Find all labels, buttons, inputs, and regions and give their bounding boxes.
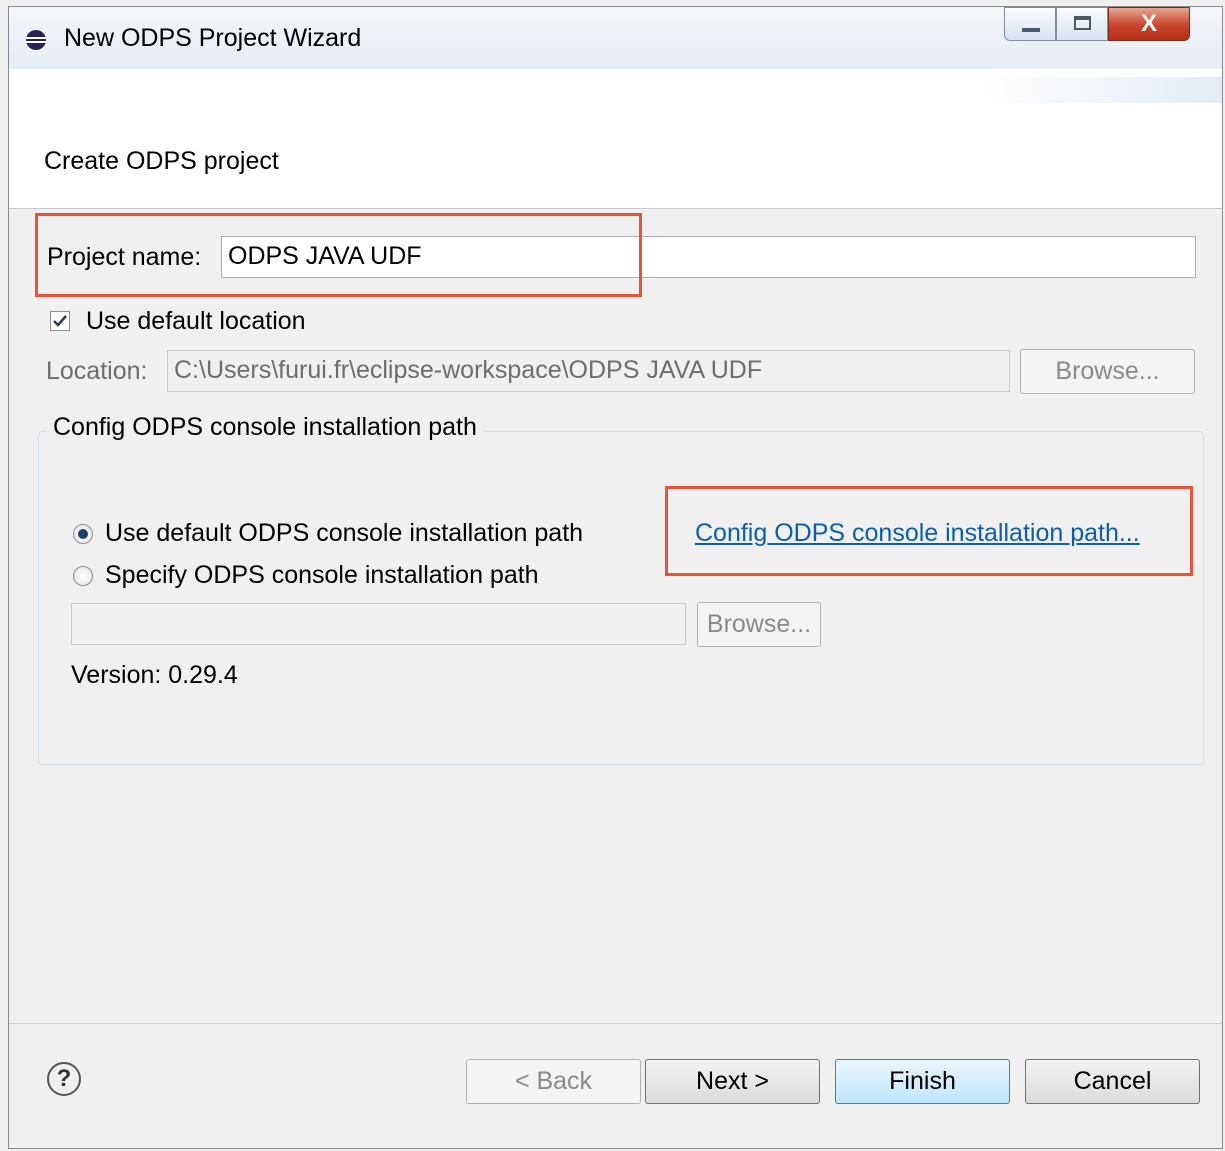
maximize-icon	[1074, 16, 1091, 30]
default-path-label[interactable]: Use default ODPS console installation pa…	[105, 519, 583, 548]
minimize-button[interactable]	[1004, 7, 1056, 41]
page-title: Create ODPS project	[44, 147, 279, 175]
eclipse-icon	[26, 30, 46, 50]
close-button[interactable]: X	[1108, 7, 1190, 41]
maximize-button[interactable]	[1056, 7, 1108, 41]
cancel-button[interactable]: Cancel	[1025, 1059, 1200, 1104]
next-button[interactable]: Next >	[645, 1059, 820, 1104]
minimize-icon	[1022, 28, 1040, 32]
location-browse-button: Browse...	[1020, 349, 1195, 394]
console-group-title: Config ODPS console installation path	[47, 413, 483, 442]
console-path-browse-button: Browse...	[697, 602, 821, 647]
finish-button[interactable]: Finish	[835, 1059, 1010, 1104]
close-icon: X	[1140, 10, 1157, 37]
console-path-input	[71, 603, 686, 645]
wizard-window: New ODPS Project Wizard X Create ODPS pr…	[8, 6, 1223, 1149]
location-label: Location:	[46, 357, 148, 385]
console-path-group	[38, 431, 1204, 765]
use-default-location-label[interactable]: Use default location	[86, 307, 306, 336]
wizard-header: Create ODPS project	[9, 69, 1222, 209]
help-icon[interactable]: ?	[47, 1062, 81, 1096]
use-default-location-checkbox[interactable]	[50, 311, 70, 331]
default-path-radio[interactable]	[73, 524, 93, 544]
checkmark-icon	[53, 315, 67, 327]
highlight-config-link	[665, 486, 1193, 576]
header-banner-graphic	[982, 77, 1222, 103]
version-text: Version: 0.29.4	[71, 661, 238, 689]
footer-separator	[9, 1023, 1222, 1024]
location-input: C:\Users\furui.fr\eclipse-workspace\ODPS…	[167, 350, 1010, 392]
back-button[interactable]: < Back	[466, 1059, 641, 1104]
specify-path-label[interactable]: Specify ODPS console installation path	[105, 561, 539, 590]
window-title: New ODPS Project Wizard	[64, 24, 362, 52]
specify-path-radio[interactable]	[73, 566, 93, 586]
title-bar[interactable]: New ODPS Project Wizard X	[9, 7, 1222, 69]
highlight-project-name	[35, 213, 642, 297]
